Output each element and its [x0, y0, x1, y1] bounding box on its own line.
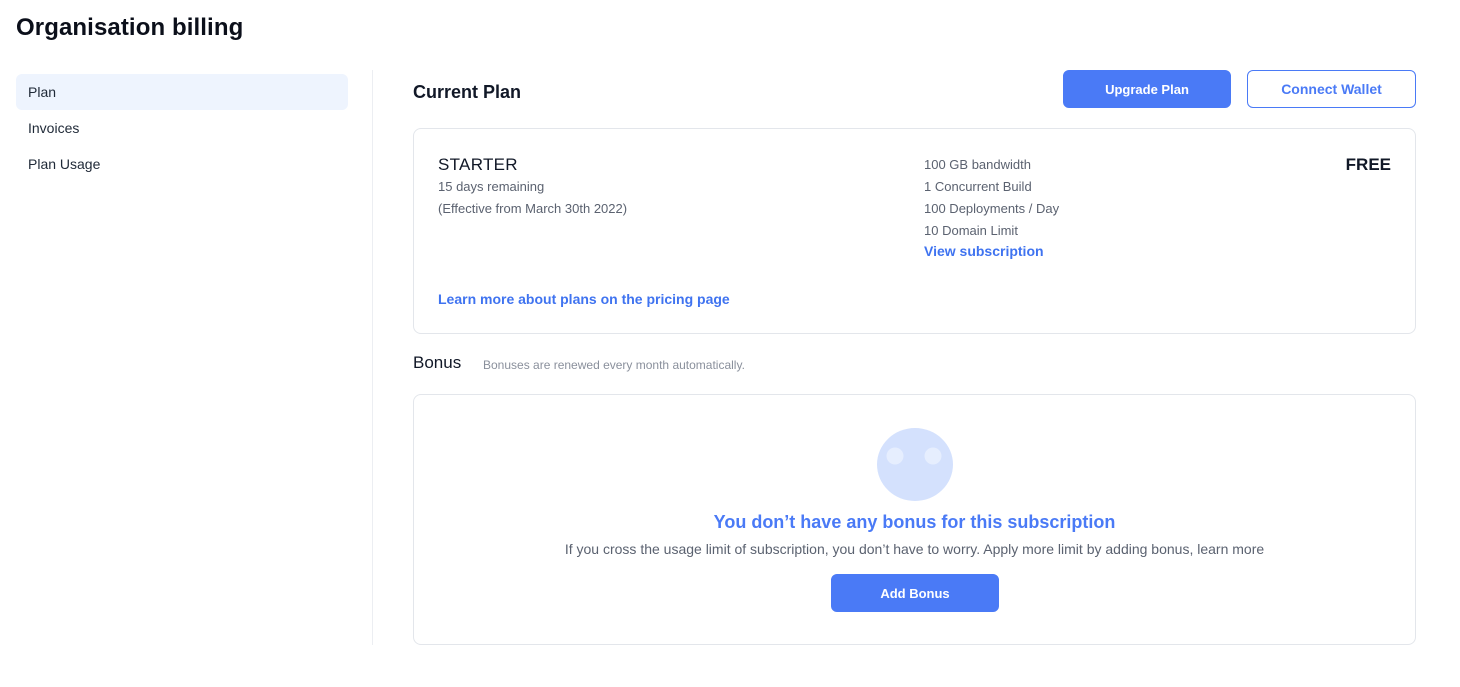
plan-feature-deployments: 100 Deployments / Day: [924, 201, 1060, 216]
sidebar-divider: [372, 70, 373, 645]
sidebar-item-label: Invoices: [28, 120, 80, 136]
upgrade-plan-button[interactable]: Upgrade Plan: [1063, 70, 1231, 108]
plan-effective-date: (Effective from March 30th 2022): [438, 201, 628, 216]
sidebar-item-label: Plan Usage: [28, 156, 101, 172]
empty-state-description: If you cross the usage limit of subscrip…: [564, 541, 1265, 557]
plan-feature-bandwidth: 100 GB bandwidth: [924, 157, 1031, 172]
plan-feature-concurrent-build: 1 Concurrent Build: [924, 179, 1032, 194]
page-title: Organisation billing: [16, 14, 244, 41]
plan-name: STARTER: [438, 155, 518, 174]
plan-features-list: 100 GB bandwidth 1 Concurrent Build 100 …: [924, 157, 1059, 263]
sidebar-item-plan[interactable]: Plan: [16, 74, 348, 110]
add-bonus-button[interactable]: Add Bonus: [831, 574, 999, 612]
bonus-card: You don’t have any bonus for this subscr…: [413, 394, 1416, 645]
plan-feature-domain-limit: 10 Domain Limit: [924, 223, 1018, 238]
sidebar-item-label: Plan: [28, 84, 57, 100]
current-plan-card: STARTER 15 days remaining (Effective fro…: [413, 128, 1416, 334]
sidebar-item-plan-usage[interactable]: Plan Usage: [16, 146, 348, 182]
connect-wallet-button[interactable]: Connect Wallet: [1247, 70, 1416, 108]
plan-price: FREE: [1345, 155, 1391, 174]
view-subscription-link[interactable]: View subscription: [924, 243, 1059, 263]
pricing-page-link[interactable]: Learn more about plans on the pricing pa…: [438, 291, 730, 307]
current-plan-title: Current Plan: [413, 82, 522, 102]
sidebar-item-invoices[interactable]: Invoices: [16, 110, 348, 146]
bonus-title: Bonus: [413, 353, 462, 372]
empty-face-icon: [877, 428, 953, 501]
plan-days-remaining: 15 days remaining: [438, 179, 545, 194]
empty-state-title: You don’t have any bonus for this subscr…: [713, 512, 1116, 532]
bonus-hint: Bonuses are renewed every month automati…: [483, 358, 745, 372]
billing-sidebar: Plan Invoices Plan Usage: [16, 74, 348, 182]
